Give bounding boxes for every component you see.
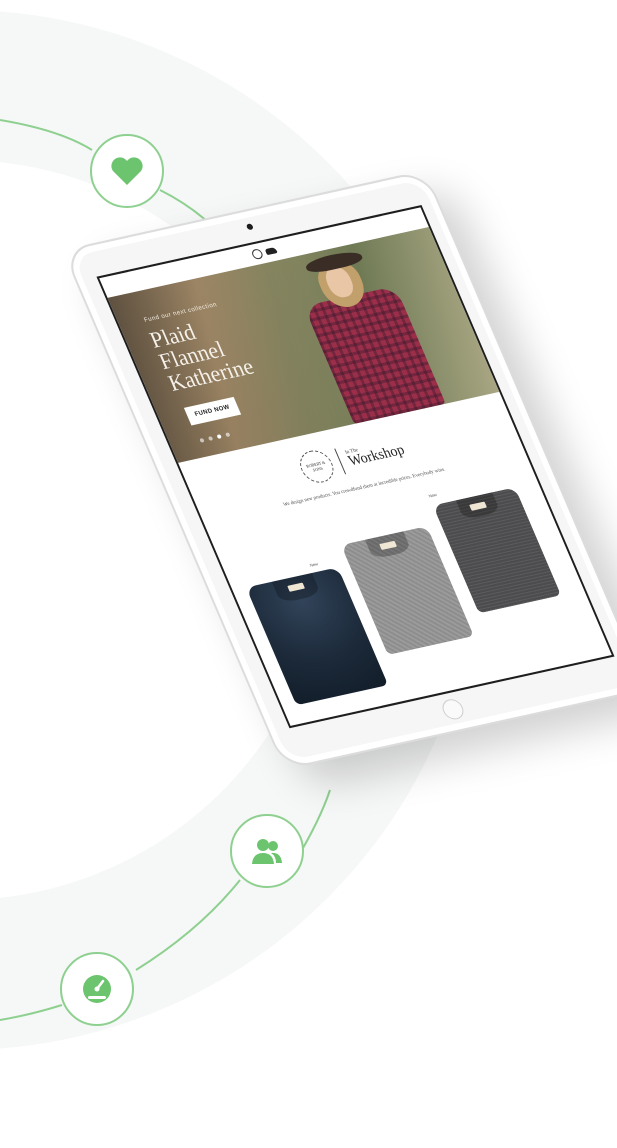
heart-icon: [111, 157, 143, 185]
bear-logo-icon[interactable]: [264, 247, 278, 256]
carousel-dot[interactable]: [207, 436, 214, 441]
carousel-dot-active[interactable]: [216, 434, 222, 439]
brand-logo-icon[interactable]: [249, 248, 264, 261]
workshop-badge: ROBERT & SONS: [294, 447, 339, 486]
stage: Fund our next collection Plaid Flannel K…: [0, 0, 617, 1148]
users-icon: [252, 839, 282, 864]
product-badge: New: [308, 561, 319, 568]
heart-node: [90, 134, 164, 208]
speedometer-node: [60, 952, 134, 1026]
carousel-dot[interactable]: [199, 437, 205, 443]
product-badge: New: [427, 491, 438, 499]
users-node: [230, 814, 304, 888]
speedometer-icon: [83, 975, 111, 1003]
